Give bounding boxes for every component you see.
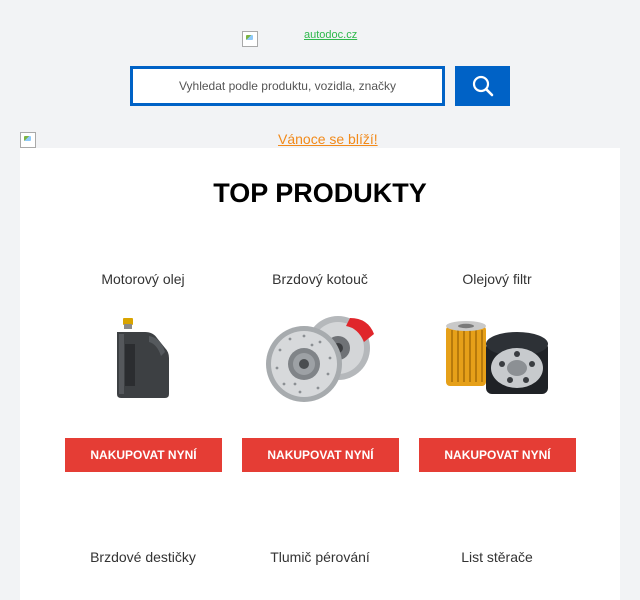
shop-now-button[interactable]: NAKUPOVAT NYNÍ [419,438,576,472]
product-image[interactable] [409,308,585,408]
search-button[interactable] [455,66,510,106]
product-name: Olejový filtr [462,271,532,287]
engine-oil-canister-icon [117,318,169,398]
product-image[interactable] [55,308,231,408]
oil-filter-icon [446,321,548,394]
product-image[interactable] [232,308,408,408]
product-name: Motorový olej [101,271,185,287]
product-name: Brzdový kotouč [272,271,368,287]
product-name: List stěrače [461,549,533,565]
top-products-section: TOP PRODUKTY Motorový olej NAKUPOVAT NYN… [20,148,620,600]
product-name: Tlumič pérování [270,549,370,565]
section-title: TOP PRODUKTY [213,178,427,208]
search-input[interactable] [130,66,445,106]
shop-now-button[interactable]: NAKUPOVAT NYNÍ [242,438,399,472]
promo-link[interactable]: Vánoce se blíží! [278,131,378,147]
shop-now-button[interactable]: NAKUPOVAT NYNÍ [65,438,222,472]
promo-banner-image-placeholder [20,132,36,148]
logo-link[interactable]: autodoc.cz [304,29,357,41]
product-name: Brzdové destičky [90,549,196,565]
search-icon [472,75,493,97]
search-bar [130,66,510,106]
logo-image-placeholder [242,31,258,47]
brake-disc-icon [266,316,374,402]
